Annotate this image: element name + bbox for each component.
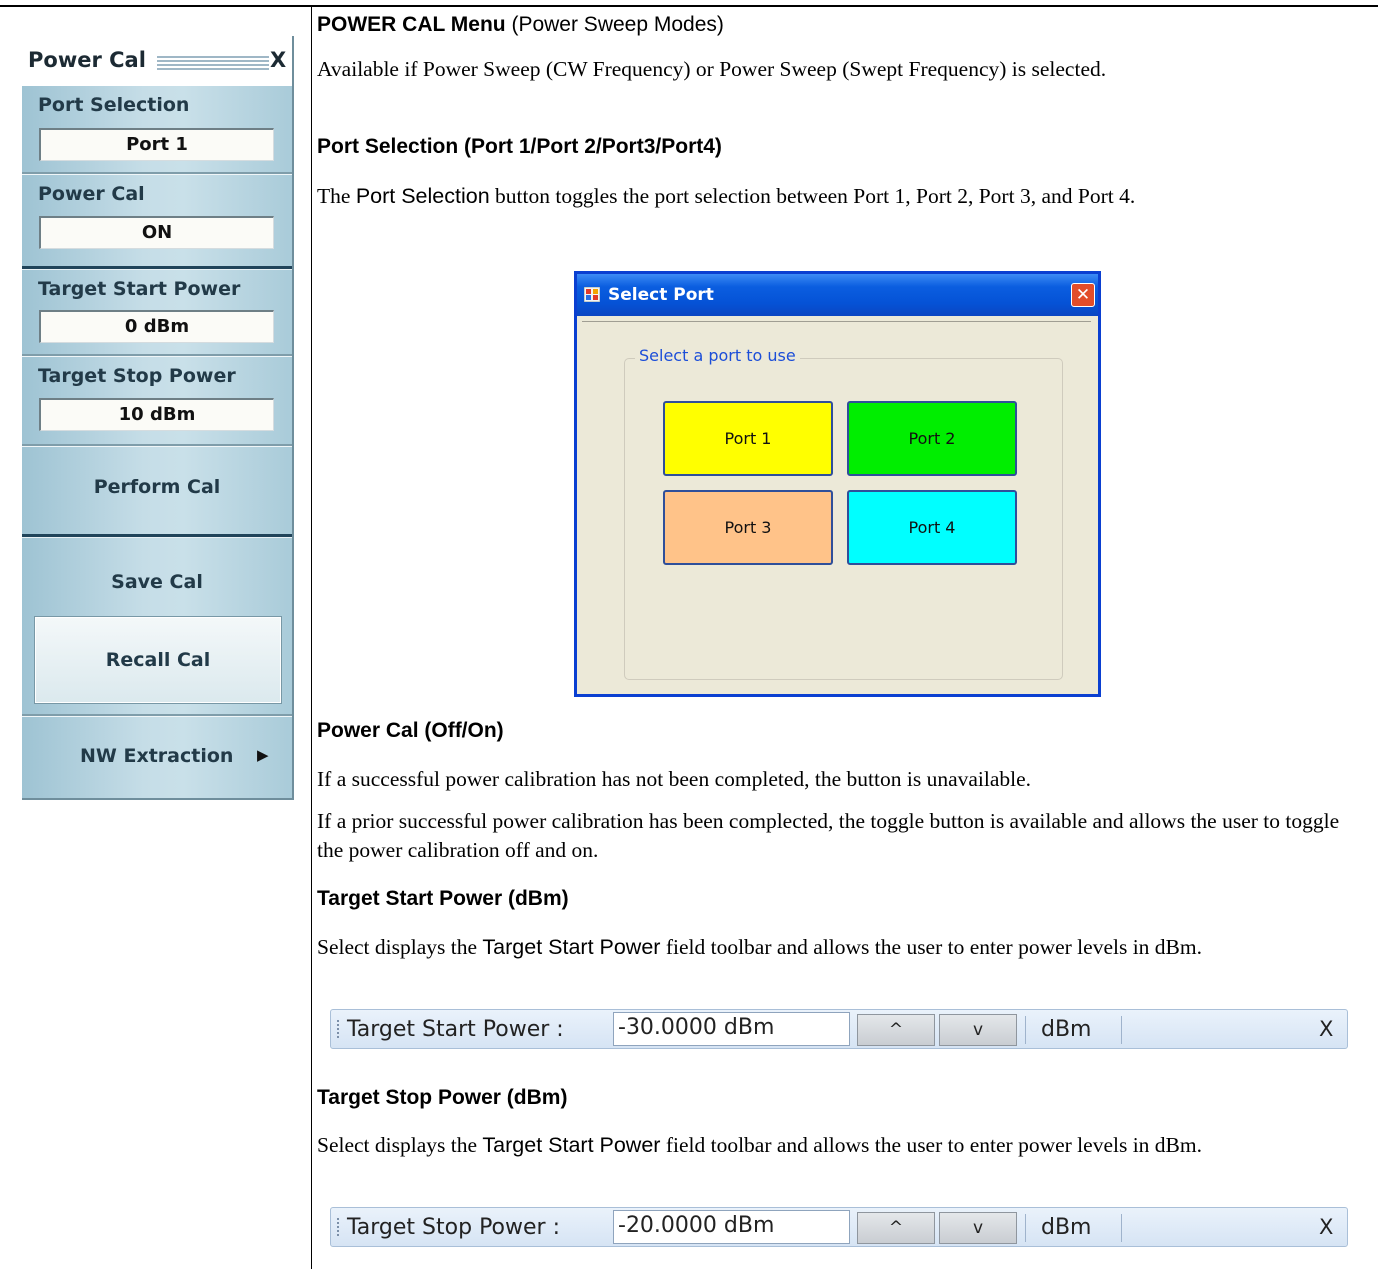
decrement-button[interactable]: v xyxy=(939,1014,1017,1046)
text: Select displays the xyxy=(317,1133,483,1157)
target-stop-power-input[interactable]: -20.0000 dBm xyxy=(613,1210,850,1244)
text: field toolbar and allows the user to ent… xyxy=(660,935,1202,959)
heading-target-stop-power: Target Stop Power (dBm) xyxy=(317,1086,568,1109)
target-stop-power-field[interactable]: 10 dBm xyxy=(39,398,274,431)
menu-divider xyxy=(22,444,292,447)
text: field toolbar and allows the user to ent… xyxy=(660,1133,1202,1157)
term: Target Start Power xyxy=(482,935,661,959)
paragraph-power-cal-unavailable: If a successful power calibration has no… xyxy=(317,767,1032,791)
increment-button[interactable]: ^ xyxy=(857,1014,935,1046)
menu-title-bar: Power Cal X xyxy=(22,36,292,86)
column-divider xyxy=(311,5,312,1269)
target-start-power-toolbar: Target Start Power : -30.0000 dBm ^ v dB… xyxy=(330,1009,1348,1049)
menu-divider xyxy=(22,354,292,357)
menu-title: Power Cal xyxy=(28,48,146,72)
target-start-power-field[interactable]: 0 dBm xyxy=(39,310,274,343)
units-button[interactable]: dBm xyxy=(1041,1017,1092,1042)
heading-subtitle: (Power Sweep Modes) xyxy=(505,13,724,36)
power-cal-toggle[interactable]: ON xyxy=(39,216,274,249)
close-icon[interactable]: ✕ xyxy=(1071,283,1095,307)
heading-power-cal: Power Cal (Off/On) xyxy=(317,719,504,742)
toolbar-separator xyxy=(1025,1016,1026,1044)
heading-target-start-power: Target Start Power (dBm) xyxy=(317,887,569,910)
text: Select displays the xyxy=(317,935,483,959)
menu-divider xyxy=(22,172,292,175)
target-stop-power-toolbar: Target Stop Power : -20.0000 dBm ^ v dBm… xyxy=(330,1207,1348,1247)
port-2-button[interactable]: Port 2 xyxy=(847,401,1017,476)
toolbar-grip[interactable] xyxy=(337,1218,339,1238)
port-selection-button[interactable]: Port 1 xyxy=(39,128,274,161)
toolbar-separator xyxy=(1121,1214,1122,1242)
decrement-button[interactable]: v xyxy=(939,1212,1017,1244)
toolbar-separator xyxy=(1025,1214,1026,1242)
menu-close-button[interactable]: X xyxy=(270,48,286,72)
heading-port-selection: Port Selection (Port 1/Port 2/Port3/Port… xyxy=(317,135,722,158)
save-cal-button[interactable]: Save Cal xyxy=(22,571,292,593)
term: Port Selection xyxy=(355,184,490,208)
target-start-power-label: Target Start Power xyxy=(38,278,241,300)
nw-extraction-label: NW Extraction xyxy=(80,745,234,767)
text: The xyxy=(317,184,356,208)
groupbox-label: Select a port to use xyxy=(635,346,800,365)
heading-bold: POWER CAL Menu xyxy=(317,13,506,36)
paragraph-power-cal-available: If a prior successful power calibration … xyxy=(317,809,1340,862)
app-window-icon xyxy=(584,287,600,302)
toolbar-label: Target Start Power : xyxy=(347,1017,564,1042)
target-start-power-input[interactable]: -30.0000 dBm xyxy=(613,1012,850,1046)
text: button toggles the port selection betwee… xyxy=(489,184,1136,208)
power-cal-label: Power Cal xyxy=(38,183,145,205)
paragraph-target-stop-power: Select displays the Target Start Power f… xyxy=(317,1131,1367,1160)
increment-button[interactable]: ^ xyxy=(857,1212,935,1244)
toolbar-close-button[interactable]: X xyxy=(1319,1017,1333,1041)
heading-power-cal-menu: POWER CAL Menu (Power Sweep Modes) xyxy=(317,13,724,37)
menu-divider xyxy=(22,714,292,717)
units-button[interactable]: dBm xyxy=(1041,1215,1092,1240)
submenu-arrow-icon: ▶ xyxy=(257,746,269,764)
port-4-button[interactable]: Port 4 xyxy=(847,490,1017,565)
menu-divider xyxy=(22,534,292,538)
port-selection-label: Port Selection xyxy=(38,94,190,116)
term: Target Start Power xyxy=(482,1133,661,1157)
paragraph-port-selection: The Port Selection button toggles the po… xyxy=(317,182,1367,211)
toolbar-close-button[interactable]: X xyxy=(1319,1215,1333,1239)
power-cal-menu: Power Cal X Port Selection Port 1 Power … xyxy=(22,36,294,800)
toolbar-separator xyxy=(1121,1016,1122,1044)
toolbar-grip[interactable] xyxy=(337,1020,339,1040)
title-grip-stripes xyxy=(157,56,269,70)
recall-cal-label: Recall Cal xyxy=(105,649,211,671)
paragraph-availability: Available if Power Sweep (CW Frequency) … xyxy=(317,57,1107,81)
top-rule xyxy=(0,5,1378,7)
menu-divider xyxy=(22,266,292,270)
port-1-button[interactable]: Port 1 xyxy=(663,401,833,476)
recall-cal-button[interactable]: Recall Cal xyxy=(34,616,282,704)
select-port-dialog: Select Port ✕ Select a port to use Port … xyxy=(574,271,1101,697)
dialog-title: Select Port xyxy=(608,285,714,305)
port-3-button[interactable]: Port 3 xyxy=(663,490,833,565)
nw-extraction-button[interactable]: NW Extraction ▶ xyxy=(80,745,280,767)
paragraph-target-start-power: Select displays the Target Start Power f… xyxy=(317,933,1367,962)
target-stop-power-label: Target Stop Power xyxy=(38,365,236,387)
toolbar-label: Target Stop Power : xyxy=(347,1215,560,1240)
perform-cal-button[interactable]: Perform Cal xyxy=(22,476,292,498)
dialog-title-bar: Select Port ✕ xyxy=(577,274,1098,316)
